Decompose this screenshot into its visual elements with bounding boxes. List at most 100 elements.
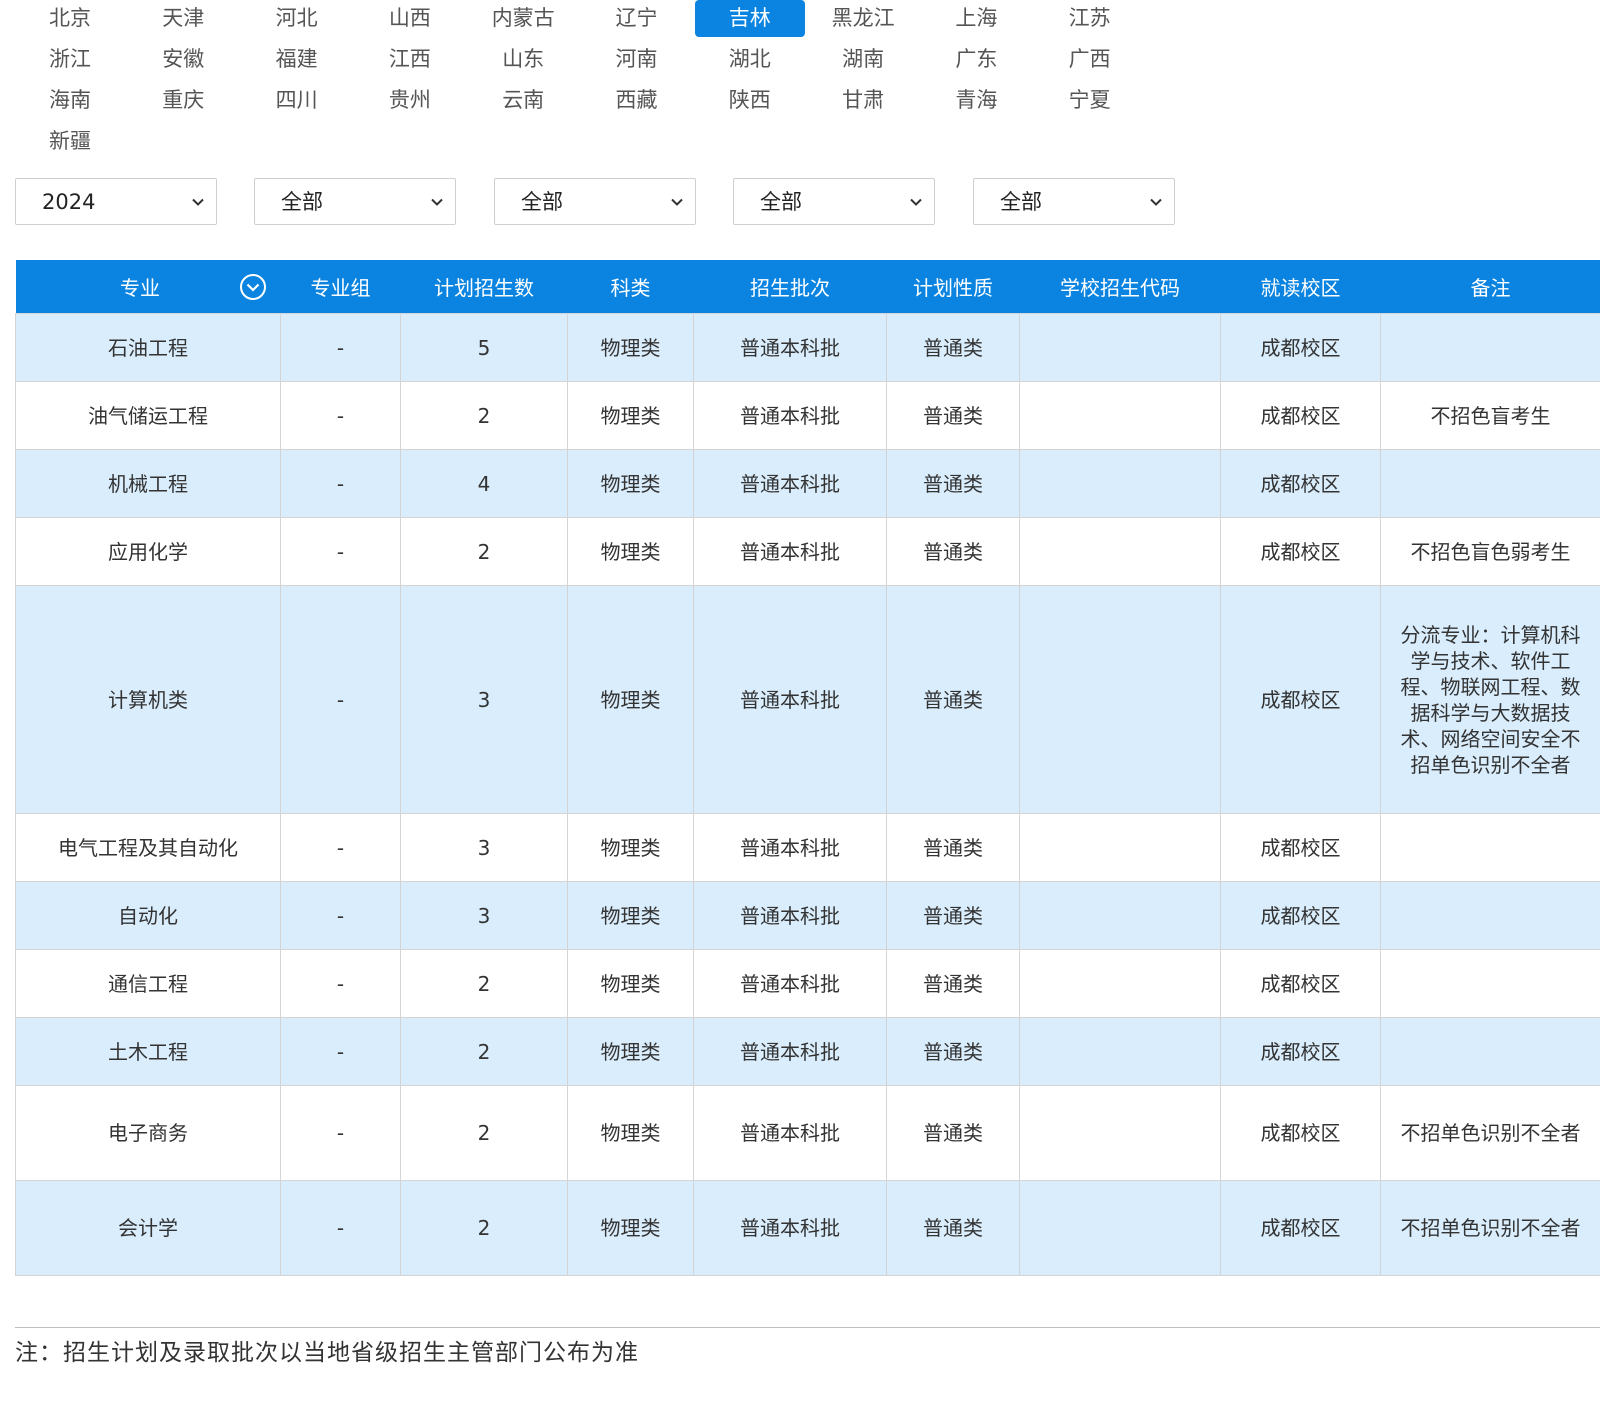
filter-select-5[interactable]: 全部 bbox=[973, 178, 1175, 225]
cell-subject: 物理类 bbox=[567, 1180, 694, 1276]
footnote: 注：招生计划及录取批次以当地省级招生主管部门公布为准 bbox=[15, 1340, 639, 1366]
cell-subject: 物理类 bbox=[567, 813, 694, 882]
footer-divider bbox=[15, 1327, 1600, 1328]
filter-select-4-value: 全部 bbox=[760, 190, 802, 214]
province-item[interactable]: 云南 bbox=[468, 82, 578, 119]
table-header-row: 专业 专业组 计划招生数 科类 招生批次 计划性质 学校招生代码 就读校区 备注 bbox=[15, 260, 1600, 314]
province-item[interactable]: 上海 bbox=[921, 0, 1031, 37]
enrollment-table-wrap: 专业 专业组 计划招生数 科类 招生批次 计划性质 学校招生代码 就读校区 备注 bbox=[15, 260, 1600, 1276]
cell-batch: 普通本科批 bbox=[693, 881, 887, 950]
cell-school-code bbox=[1019, 585, 1221, 814]
cell-campus: 成都校区 bbox=[1220, 1180, 1381, 1276]
cell-plan-count: 3 bbox=[400, 813, 568, 882]
cell-major: 石油工程 bbox=[15, 313, 281, 382]
table-row: 机械工程 -4 物理类 普通本科批 普通类 成都校区 bbox=[15, 449, 1600, 518]
chevron-down-icon bbox=[910, 198, 922, 206]
table-row: 计算机类 -3 物理类 普通本科批 普通类 成都校区 分流专业：计算机科学与技术、软件工程、… bbox=[15, 585, 1600, 814]
filter-select-3[interactable]: 全部 bbox=[494, 178, 696, 225]
province-item[interactable]: 江西 bbox=[355, 41, 465, 78]
province-item[interactable]: 广西 bbox=[1035, 41, 1145, 78]
cell-school-code bbox=[1019, 381, 1221, 450]
cell-plan-type: 普通类 bbox=[886, 813, 1020, 882]
cell-group: - bbox=[280, 881, 401, 950]
province-item[interactable]: 湖北 bbox=[695, 41, 805, 78]
province-item[interactable]: 山西 bbox=[355, 0, 465, 37]
province-item[interactable]: 青海 bbox=[921, 82, 1031, 119]
cell-plan-type: 普通类 bbox=[886, 1085, 1020, 1181]
cell-major: 会计学 bbox=[15, 1180, 281, 1276]
province-item[interactable]: 湖南 bbox=[808, 41, 918, 78]
cell-subject: 物理类 bbox=[567, 449, 694, 518]
province-item[interactable]: 吉林 bbox=[694, 0, 805, 37]
cell-major: 土木工程 bbox=[15, 1017, 281, 1086]
province-item[interactable]: 新疆 bbox=[15, 123, 125, 160]
cell-major: 电气工程及其自动化 bbox=[15, 813, 281, 882]
table-row: 石油工程 -5 物理类 普通本科批 普通类 成都校区 bbox=[15, 313, 1600, 382]
table-row: 自动化 -3 物理类 普通本科批 普通类 成都校区 bbox=[15, 881, 1600, 950]
col-header-plan-type: 计划性质 bbox=[886, 260, 1020, 314]
table-row: 应用化学 -2 物理类 普通本科批 普通类 成都校区 不招色盲色弱考生 bbox=[15, 517, 1600, 586]
province-item[interactable]: 贵州 bbox=[355, 82, 465, 119]
province-item[interactable]: 四川 bbox=[242, 82, 352, 119]
province-item[interactable]: 河南 bbox=[581, 41, 691, 78]
province-item[interactable]: 陕西 bbox=[695, 82, 805, 119]
cell-major: 应用化学 bbox=[15, 517, 281, 586]
cell-plan-type: 普通类 bbox=[886, 381, 1020, 450]
cell-campus: 成都校区 bbox=[1220, 585, 1381, 814]
cell-school-code bbox=[1019, 1085, 1221, 1181]
filter-select-4[interactable]: 全部 bbox=[733, 178, 935, 225]
province-item[interactable]: 内蒙古 bbox=[468, 0, 578, 37]
cell-campus: 成都校区 bbox=[1220, 949, 1381, 1018]
cell-plan-count: 2 bbox=[400, 1180, 568, 1276]
col-header-label: 专业 bbox=[120, 276, 160, 300]
cell-remark bbox=[1380, 449, 1600, 518]
cell-campus: 成都校区 bbox=[1220, 1017, 1381, 1086]
filter-select-2[interactable]: 全部 bbox=[254, 178, 456, 225]
province-item[interactable]: 江苏 bbox=[1035, 0, 1145, 37]
province-item[interactable]: 甘肃 bbox=[808, 82, 918, 119]
cell-campus: 成都校区 bbox=[1220, 381, 1381, 450]
cell-campus: 成都校区 bbox=[1220, 313, 1381, 382]
filter-bar: 2024 全部 全部 全部 全部 bbox=[15, 178, 1215, 226]
province-item[interactable]: 浙江 bbox=[15, 41, 125, 78]
filter-select-2-value: 全部 bbox=[281, 190, 323, 214]
table-row: 油气储运工程 -2 物理类 普通本科批 普通类 成都校区 不招色盲考生 bbox=[15, 381, 1600, 450]
province-item[interactable]: 黑龙江 bbox=[808, 0, 918, 37]
province-item[interactable]: 河北 bbox=[242, 0, 352, 37]
year-select[interactable]: 2024 bbox=[15, 178, 217, 225]
cell-school-code bbox=[1019, 1017, 1221, 1086]
cell-remark: 不招色盲考生 bbox=[1380, 381, 1600, 450]
province-item[interactable]: 北京 bbox=[15, 0, 125, 37]
cell-plan-count: 3 bbox=[400, 881, 568, 950]
col-header-group: 专业组 bbox=[280, 260, 401, 314]
cell-batch: 普通本科批 bbox=[693, 1180, 887, 1276]
filter-select-5-value: 全部 bbox=[1000, 190, 1042, 214]
cell-remark bbox=[1380, 1017, 1600, 1086]
cell-plan-type: 普通类 bbox=[886, 313, 1020, 382]
province-item[interactable]: 宁夏 bbox=[1035, 82, 1145, 119]
cell-major: 计算机类 bbox=[15, 585, 281, 814]
cell-remark: 不招单色识别不全者 bbox=[1380, 1180, 1600, 1276]
province-item[interactable]: 重庆 bbox=[128, 82, 238, 119]
province-item[interactable]: 安徽 bbox=[128, 41, 238, 78]
cell-batch: 普通本科批 bbox=[693, 813, 887, 882]
cell-plan-type: 普通类 bbox=[886, 881, 1020, 950]
province-item[interactable]: 辽宁 bbox=[581, 0, 691, 37]
cell-group: - bbox=[280, 813, 401, 882]
province-item[interactable]: 广东 bbox=[921, 41, 1031, 78]
cell-plan-type: 普通类 bbox=[886, 1017, 1020, 1086]
chevron-down-icon bbox=[431, 198, 443, 206]
province-item[interactable]: 海南 bbox=[15, 82, 125, 119]
province-item[interactable]: 福建 bbox=[242, 41, 352, 78]
province-item[interactable]: 西藏 bbox=[581, 82, 691, 119]
cell-remark bbox=[1380, 313, 1600, 382]
cell-batch: 普通本科批 bbox=[693, 449, 887, 518]
chevron-down-icon bbox=[671, 198, 683, 206]
province-item[interactable]: 山东 bbox=[468, 41, 578, 78]
enrollment-table: 专业 专业组 计划招生数 科类 招生批次 计划性质 学校招生代码 就读校区 备注 bbox=[15, 260, 1600, 1276]
province-item[interactable]: 天津 bbox=[128, 0, 238, 37]
cell-school-code bbox=[1019, 813, 1221, 882]
cell-group: - bbox=[280, 1085, 401, 1181]
cell-batch: 普通本科批 bbox=[693, 1017, 887, 1086]
chevron-circle-down-icon[interactable] bbox=[239, 273, 267, 301]
